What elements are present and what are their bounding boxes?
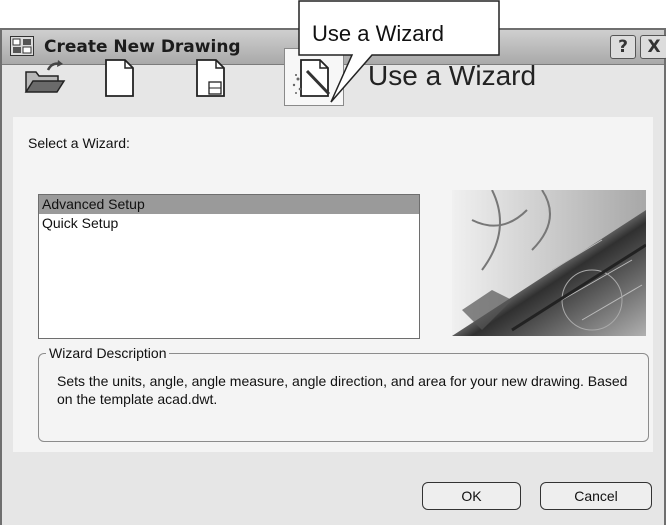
- open-folder-icon: [24, 60, 66, 93]
- wizard-preview-image: [452, 190, 646, 336]
- mode-heading: Use a Wizard: [368, 60, 537, 91]
- open-drawing-button[interactable]: [14, 48, 74, 106]
- close-button[interactable]: X: [640, 35, 666, 59]
- ok-button[interactable]: OK: [422, 482, 521, 510]
- use-wizard-button[interactable]: [284, 48, 344, 106]
- select-wizard-label: Select a Wizard:: [28, 135, 130, 151]
- list-item-advanced-setup[interactable]: Advanced Setup: [39, 195, 419, 214]
- start-from-scratch-button[interactable]: [89, 48, 149, 106]
- callout-text: Use a Wizard: [312, 21, 445, 46]
- cancel-button[interactable]: Cancel: [540, 482, 652, 510]
- wizard-description-legend: Wizard Description: [46, 345, 170, 361]
- wizard-description-text: Sets the units, angle, angle measure, an…: [57, 373, 628, 407]
- wizard-listbox[interactable]: Advanced Setup Quick Setup: [38, 194, 420, 339]
- blank-page-icon: [105, 59, 134, 97]
- template-page-icon: [196, 59, 225, 97]
- help-button[interactable]: ?: [610, 35, 636, 59]
- list-item-quick-setup[interactable]: Quick Setup: [39, 214, 419, 233]
- wizard-page-icon: [292, 59, 331, 97]
- use-template-button[interactable]: [180, 48, 240, 106]
